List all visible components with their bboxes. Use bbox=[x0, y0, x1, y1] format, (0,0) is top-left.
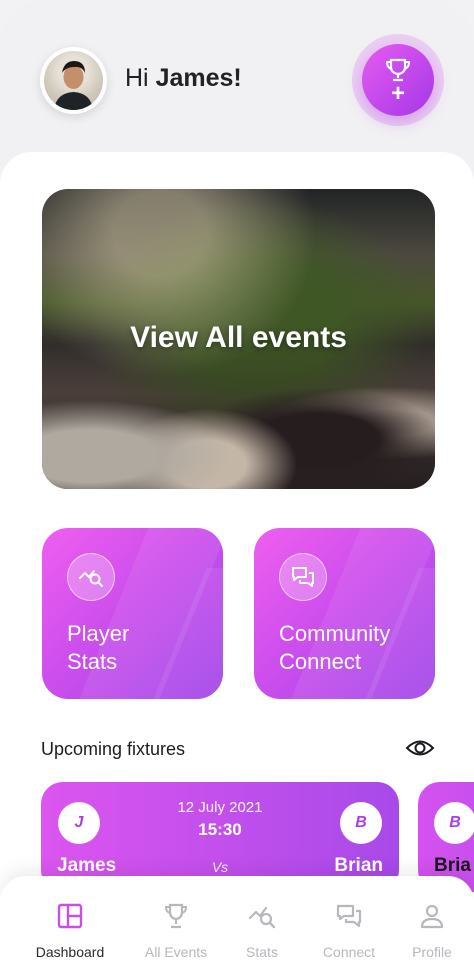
nav-label: Profile bbox=[412, 944, 452, 960]
add-event-button-core: + bbox=[362, 44, 434, 116]
eye-icon[interactable] bbox=[405, 737, 435, 759]
nav-item-stats[interactable]: Stats bbox=[215, 876, 309, 978]
plus-icon: + bbox=[390, 80, 405, 107]
nav-item-connect[interactable]: Connect bbox=[302, 876, 396, 978]
avatar[interactable] bbox=[40, 47, 107, 114]
nav-item-profile[interactable]: Profile bbox=[385, 876, 474, 978]
tile-label-line1: Player bbox=[67, 621, 130, 646]
nav-label: Dashboard bbox=[35, 944, 105, 960]
tile-label-line1: Community bbox=[279, 621, 391, 646]
dashboard-icon bbox=[57, 903, 83, 929]
trophy-icon bbox=[164, 903, 188, 929]
user-name: James! bbox=[155, 64, 242, 92]
team-name: Bria bbox=[434, 855, 471, 876]
nav-label: All Events bbox=[144, 944, 208, 960]
nav-label: Stats bbox=[246, 944, 278, 960]
person-photo-icon bbox=[54, 61, 93, 110]
upcoming-fixtures-title: Upcoming fixtures bbox=[41, 739, 186, 759]
tile-label-line2: Connect bbox=[279, 649, 361, 674]
nav-item-dashboard[interactable]: Dashboard bbox=[23, 876, 117, 978]
header: Hi James! + bbox=[0, 0, 474, 160]
player-stats-tile[interactable]: Player Stats bbox=[42, 528, 223, 699]
view-all-events-card[interactable]: View All events bbox=[42, 189, 435, 489]
person-icon bbox=[420, 904, 444, 929]
stats-search-icon bbox=[67, 553, 115, 601]
nav-label: Connect bbox=[322, 944, 376, 960]
main-content: View All events Player Stats Community C… bbox=[0, 152, 474, 978]
tile-label-line2: Stats bbox=[67, 649, 118, 674]
player-stats-label: Player Stats bbox=[67, 620, 223, 676]
app-screen: Hi James! + View All events Player Stats… bbox=[0, 0, 474, 978]
add-event-button[interactable]: + bbox=[352, 34, 444, 126]
away-team-badge: B bbox=[340, 802, 382, 844]
hero-title: View All events bbox=[130, 321, 347, 354]
community-connect-tile[interactable]: Community Connect bbox=[254, 528, 435, 699]
stats-search-icon bbox=[248, 906, 276, 929]
chat-bubbles-icon bbox=[336, 904, 362, 928]
bottom-navigation: Dashboard All Events Stats Connect Profi… bbox=[0, 876, 474, 978]
team-badge: B bbox=[434, 802, 474, 844]
chat-bubbles-icon bbox=[279, 553, 327, 601]
greeting-prefix: Hi bbox=[125, 64, 156, 92]
community-connect-label: Community Connect bbox=[279, 620, 435, 676]
nav-item-all-events[interactable]: All Events bbox=[129, 876, 223, 978]
greeting: Hi James! bbox=[125, 64, 242, 93]
away-team-name: Brian bbox=[334, 855, 383, 876]
avatar-photo bbox=[44, 51, 103, 110]
